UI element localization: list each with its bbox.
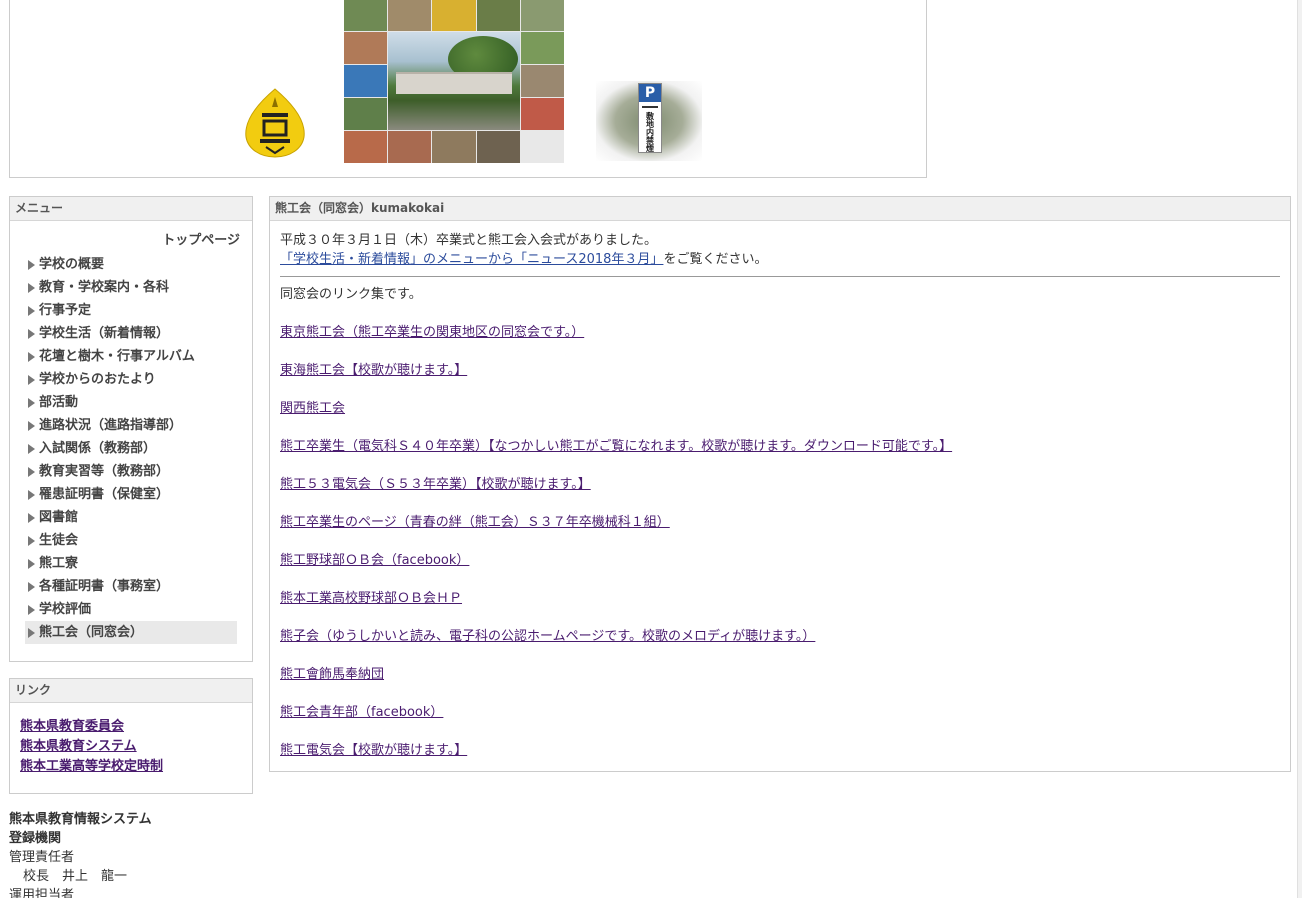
footer-admin-name: 校長 井上 龍一: [23, 869, 128, 884]
parking-sign-photo: P 敷地内禁煙: [596, 81, 702, 161]
alumni-link-electric-s40[interactable]: 熊工卒業生（電気科Ｓ４０年卒業）【なつかしい熊工がご覧になれます。校歌が聴けます…: [280, 437, 952, 456]
triangle-right-icon: [28, 559, 35, 569]
top-page-link[interactable]: トップページ: [10, 231, 252, 251]
main-content-panel: 熊工会（同窓会）kumakokai 平成３０年３月１日（木）卒業式と熊工会入会式…: [269, 196, 1291, 772]
triangle-right-icon: [28, 582, 35, 592]
menu-item-student-council[interactable]: 生徒会: [25, 529, 237, 552]
menu-item-teaching-practice[interactable]: 教育実習等（教務部）: [25, 460, 237, 483]
triangle-right-icon: [28, 260, 35, 270]
triangle-right-icon: [28, 329, 35, 339]
alumni-link-electric-association[interactable]: 熊工電気会【校歌が聴けます。】: [280, 741, 467, 760]
menu-item-alumni[interactable]: 熊工会（同窓会）: [25, 621, 237, 644]
menu-item-evaluation[interactable]: 学校評価: [25, 598, 237, 621]
menu-item-album[interactable]: 花壇と樹木・行事アルバム: [25, 345, 237, 368]
menu-item-library[interactable]: 図書館: [25, 506, 237, 529]
triangle-right-icon: [28, 306, 35, 316]
alumni-link-yushikai[interactable]: 熊子会（ゆうしかいと読み、電子科の公認ホームページです。校歌のメロディが聴けます…: [280, 627, 815, 646]
alumni-link-kazariuma[interactable]: 熊工會飾馬奉納団: [280, 665, 384, 684]
triangle-right-icon: [28, 283, 35, 293]
triangle-right-icon: [28, 536, 35, 546]
menu-item-about[interactable]: 学校の概要: [25, 253, 237, 276]
vertical-scrollbar[interactable]: [1297, 0, 1302, 898]
footer-system-name: 熊本県教育情報システム: [9, 812, 152, 827]
menu-item-clubs[interactable]: 部活動: [25, 391, 237, 414]
alumni-link-baseball-facebook[interactable]: 熊工野球部ＯＢ会（facebook）: [280, 551, 469, 570]
menu-item-career[interactable]: 進路状況（進路指導部）: [25, 414, 237, 437]
menu-item-school-life[interactable]: 学校生活（新着情報）: [25, 322, 237, 345]
menu-panel: メニュー トップページ 学校の概要 教育・学校案内・各科 行事予定 学校生活（新…: [9, 196, 253, 662]
alumni-lead-text: 同窓会のリンク集です。: [280, 287, 422, 302]
alumni-link-tokyo[interactable]: 東京熊工会（熊工卒業生の関東地区の同窓会です。）: [280, 323, 584, 342]
campus-photo-collage: [344, 0, 564, 163]
triangle-right-icon: [28, 421, 35, 431]
footer-registered-org: 登録機関: [9, 831, 62, 846]
arrow-left-icon: [642, 106, 658, 108]
campus-main-photo: [388, 32, 520, 130]
triangle-right-icon: [28, 467, 35, 477]
menu-item-dormitory[interactable]: 熊工寮: [25, 552, 237, 575]
footer-info: 熊本県教育情報システム 登録機関 管理責任者 校長 井上 龍一 運用担当者: [9, 810, 253, 898]
notice-suffix: をご覧ください。: [663, 252, 768, 267]
triangle-right-icon: [28, 398, 35, 408]
links-title: リンク: [10, 679, 252, 703]
menu-item-certificates[interactable]: 各種証明書（事務室）: [25, 575, 237, 598]
alumni-link-electric-53[interactable]: 熊工５３電気会（Ｓ５３年卒業）【校歌が聴けます。】: [280, 475, 591, 494]
triangle-right-icon: [28, 375, 35, 385]
divider: [280, 276, 1280, 277]
triangle-right-icon: [28, 605, 35, 615]
alumni-link-baseball-hp[interactable]: 熊本工業高校野球部ＯＢ会ＨＰ: [280, 589, 462, 608]
parking-p-icon: P: [639, 84, 661, 102]
triangle-right-icon: [28, 352, 35, 362]
header-banner: P 敷地内禁煙: [9, 0, 927, 178]
link-part-time-course[interactable]: 熊本工業高等学校定時制: [20, 757, 242, 777]
triangle-right-icon: [28, 490, 35, 500]
menu-item-education[interactable]: 教育・学校案内・各科: [25, 276, 237, 299]
notice-line: 平成３０年３月１日（木）卒業式と熊工会入会式がありました。: [280, 233, 658, 248]
menu-title: メニュー: [10, 197, 252, 221]
link-kumamoto-education-system[interactable]: 熊本県教育システム: [20, 737, 242, 757]
triangle-right-icon: [28, 513, 35, 523]
alumni-link-youth-facebook[interactable]: 熊工会青年部（facebook）: [280, 703, 443, 722]
menu-list: 学校の概要 教育・学校案内・各科 行事予定 学校生活（新着情報） 花壇と樹木・行…: [10, 253, 252, 644]
school-emblem: [245, 88, 305, 158]
parking-sign: P 敷地内禁煙: [638, 83, 662, 153]
page: P 敷地内禁煙 メニュー トップページ 学校の概要 教育・学校案内・各科 行事予…: [0, 0, 1302, 898]
alumni-link-list: 東京熊工会（熊工卒業生の関東地区の同窓会です。） 東海熊工会【校歌が聴けます。】…: [280, 323, 1280, 779]
alumni-link-tokai[interactable]: 東海熊工会【校歌が聴けます。】: [280, 361, 467, 380]
menu-item-newsletter[interactable]: 学校からのおたより: [25, 368, 237, 391]
notice-news-link[interactable]: 「学校生活・新着情報」のメニューから「ニュース2018年３月」: [280, 252, 663, 267]
menu-item-admissions[interactable]: 入試関係（教務部）: [25, 437, 237, 460]
link-kumamoto-board-of-education[interactable]: 熊本県教育委員会: [20, 717, 242, 737]
triangle-right-icon: [28, 628, 35, 638]
footer-operator-label: 運用担当者: [9, 888, 75, 898]
footer-admin-label: 管理責任者: [9, 850, 75, 865]
notice-link-line: 「学校生活・新着情報」のメニューから「ニュース2018年３月」をご覧ください。: [280, 250, 1280, 269]
menu-item-schedule[interactable]: 行事予定: [25, 299, 237, 322]
menu-item-illness-certificate[interactable]: 罹患証明書（保健室）: [25, 483, 237, 506]
main-title: 熊工会（同窓会）kumakokai: [270, 197, 1290, 221]
triangle-right-icon: [28, 444, 35, 454]
alumni-link-mechanical-s37[interactable]: 熊工卒業生のページ（青春の絆（熊工会）Ｓ３７年卒機械科１組）: [280, 513, 670, 532]
links-panel: リンク 熊本県教育委員会 熊本県教育システム 熊本工業高等学校定時制: [9, 678, 253, 794]
alumni-link-kansai[interactable]: 関西熊工会: [280, 399, 345, 418]
parking-sign-text: 敷地内禁煙: [645, 112, 655, 152]
